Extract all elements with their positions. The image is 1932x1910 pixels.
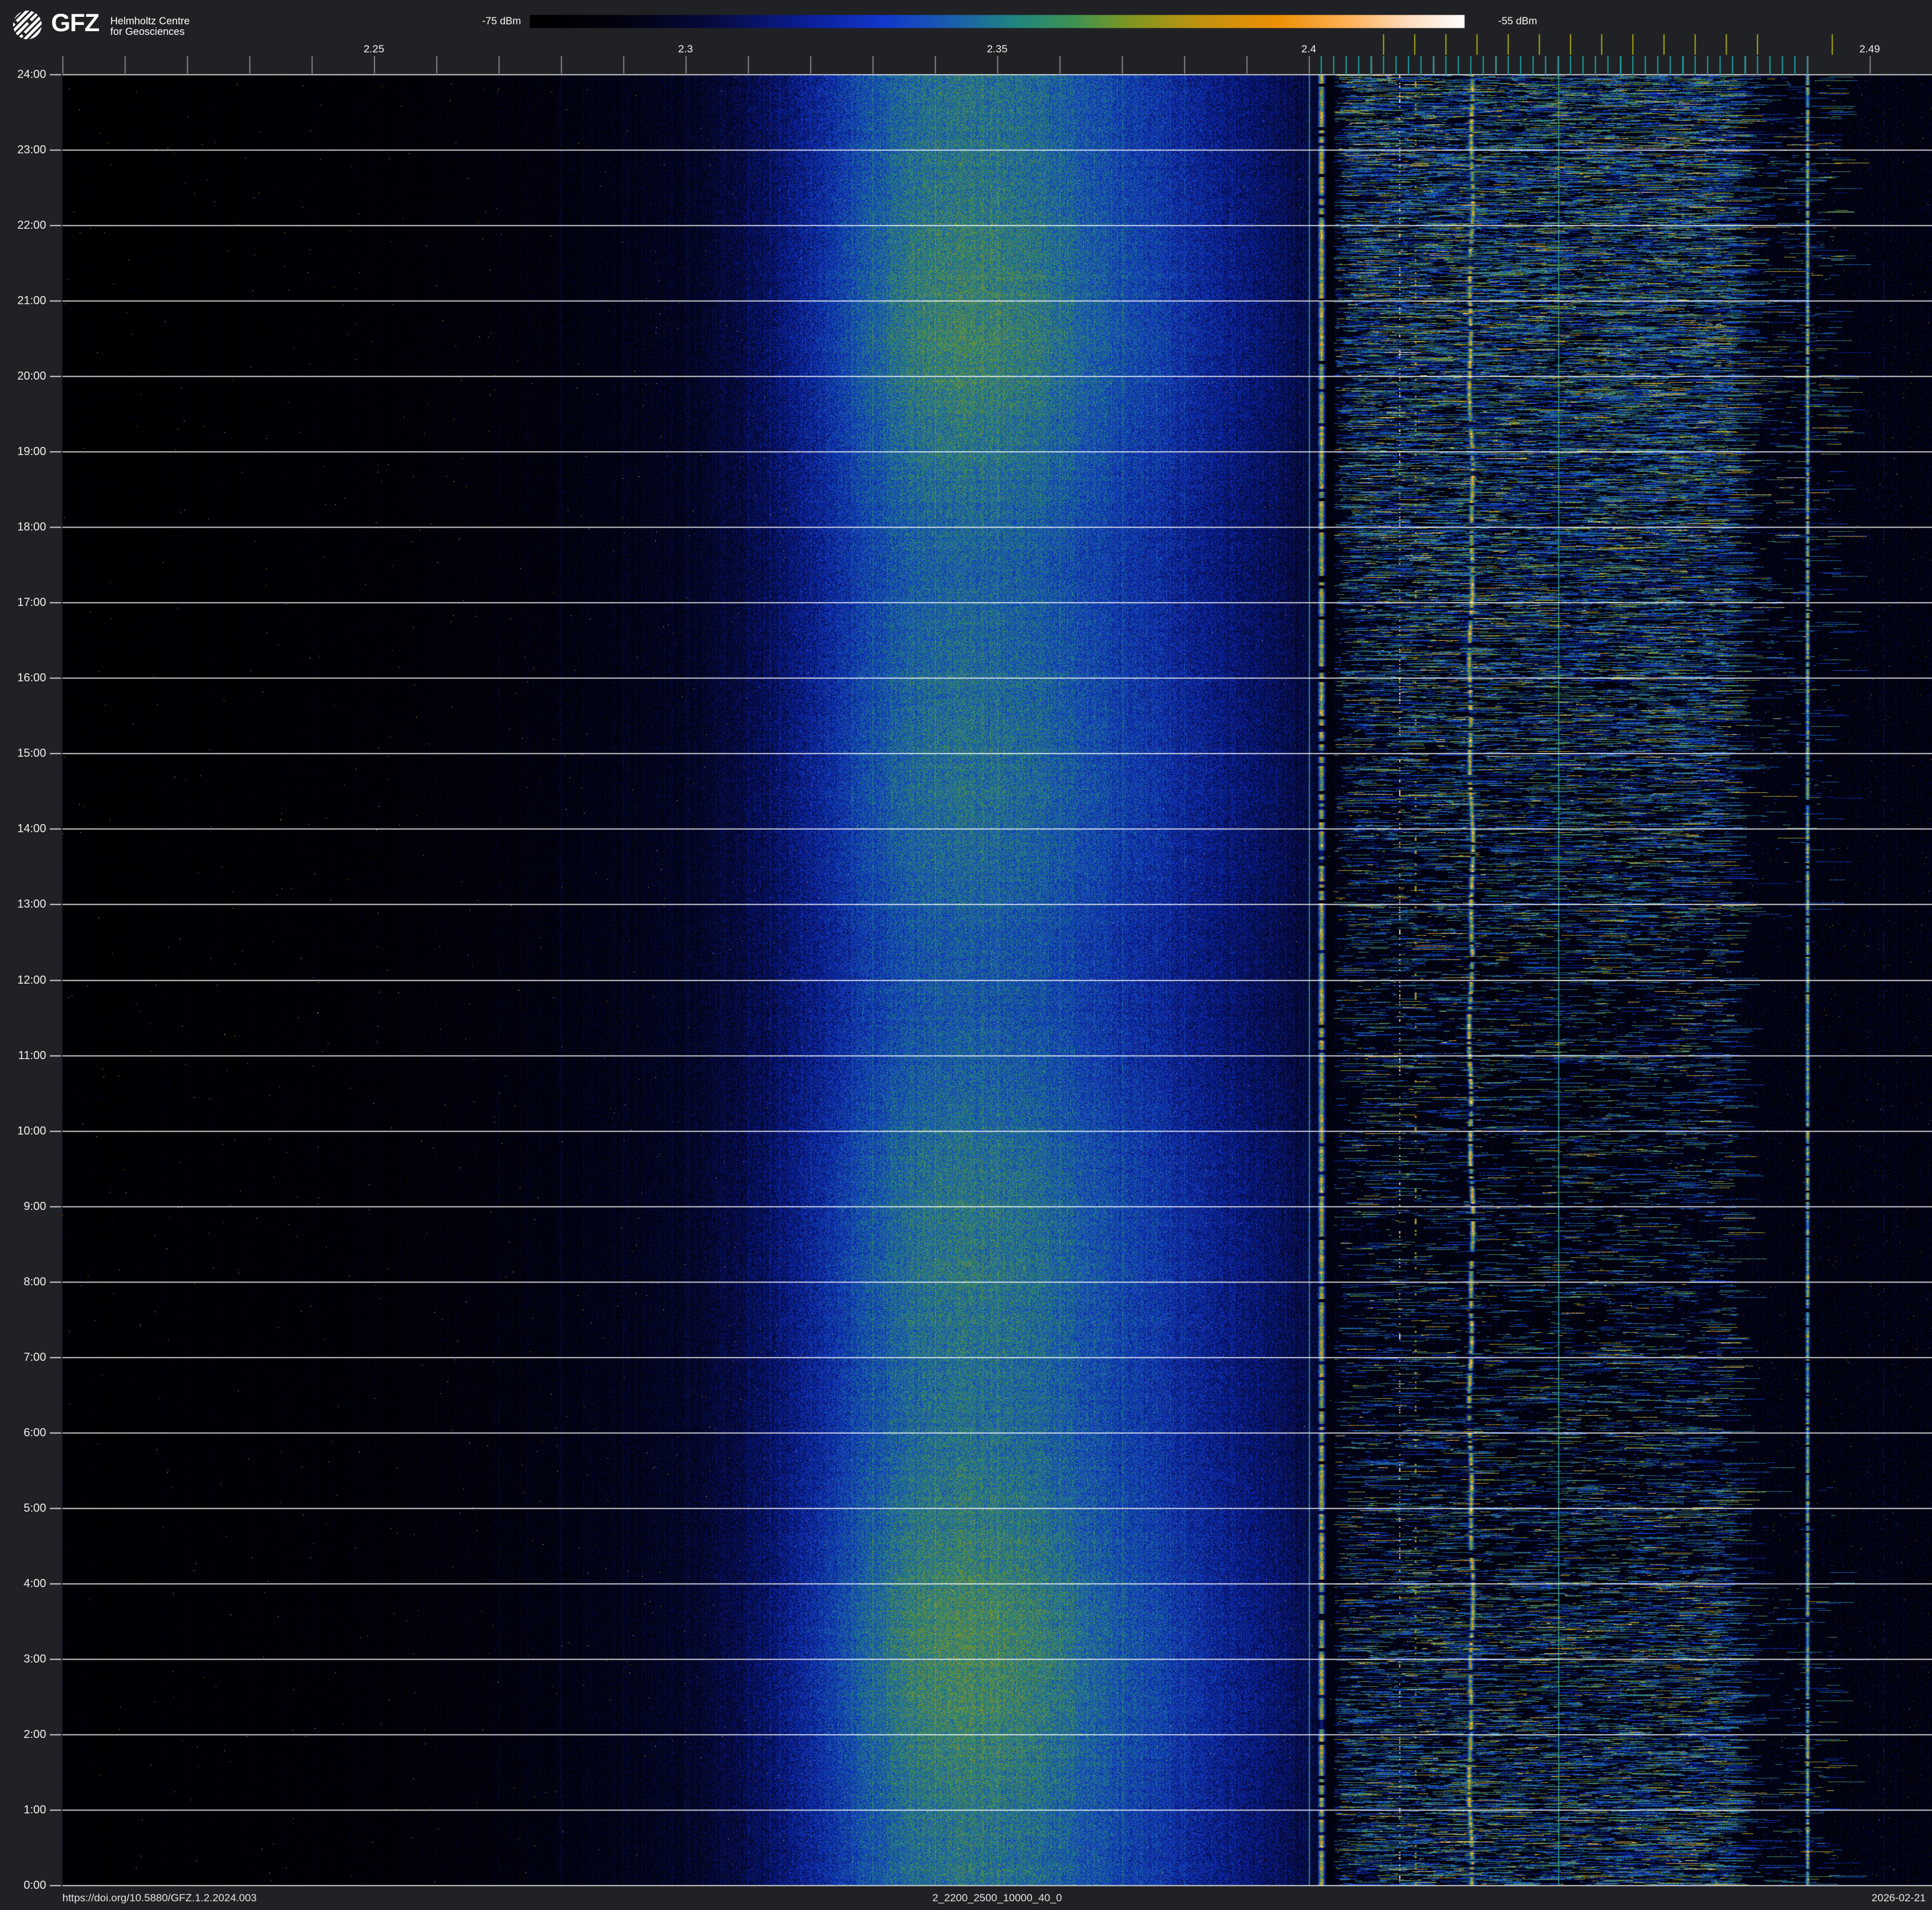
footer-date: 2026-02-21: [1872, 1892, 1926, 1904]
time-axis-tick-label: 12:00: [17, 973, 46, 986]
time-axis-tick-label: 13:00: [17, 897, 46, 910]
logo-acronym: GFZ: [51, 9, 100, 37]
time-axis-tick-label: 15:00: [17, 746, 46, 759]
logo-subtitle: Helmholtz Centre for Geosciences: [110, 16, 189, 37]
spectrogram-canvas: [0, 0, 1932, 1910]
gfz-logo-icon: [13, 11, 42, 39]
time-axis-tick-label: 6:00: [23, 1426, 46, 1439]
time-axis-tick-label: 4:00: [23, 1576, 46, 1590]
time-axis-tick-label: 9:00: [23, 1199, 46, 1212]
gfz-logo: [12, 10, 42, 43]
time-axis-tick-label: 20:00: [17, 369, 46, 382]
colorbar-max-label: -55 dBm: [1498, 16, 1537, 27]
time-axis-tick-label: 14:00: [17, 822, 46, 835]
time-axis-tick-label: 2:00: [23, 1727, 46, 1740]
logo-subtitle-line2: for Geosciences: [110, 26, 185, 37]
time-axis-tick-label: 7:00: [23, 1350, 46, 1363]
time-axis-tick-label: 0:00: [23, 1878, 46, 1891]
freq-axis-tick-label: 2.4: [1301, 43, 1316, 55]
freq-axis-tick-label: 2.49: [1859, 43, 1880, 55]
freq-axis-tick-label: 2.25: [363, 43, 385, 55]
freq-axis-tick-label: 2.3: [678, 43, 693, 55]
time-axis-tick-label: 1:00: [23, 1803, 46, 1816]
time-axis-tick-label: 11:00: [18, 1049, 46, 1062]
time-axis-tick-label: 3:00: [23, 1652, 46, 1665]
footer-dataset-id: 2_2200_2500_10000_40_0: [932, 1892, 1062, 1904]
logo-subtitle-line1: Helmholtz Centre: [110, 16, 190, 27]
time-axis-tick-label: 10:00: [17, 1124, 46, 1137]
time-axis-tick-label: 24:00: [17, 67, 46, 80]
spectrogram-page: GFZ Helmholtz Centre for Geosciences -75…: [0, 0, 1932, 1910]
time-axis-tick-label: 22:00: [17, 218, 46, 231]
freq-axis-tick-label: 2.35: [987, 43, 1008, 55]
time-axis-tick-label: 23:00: [17, 143, 46, 156]
time-axis-tick-label: 16:00: [17, 671, 46, 684]
time-axis-tick-label: 17:00: [17, 595, 46, 608]
time-axis-tick-label: 19:00: [17, 444, 46, 458]
colorbar-min-label: -75 dBm: [482, 16, 521, 27]
time-axis-tick-label: 8:00: [23, 1275, 46, 1288]
time-axis-tick-label: 18:00: [17, 520, 46, 533]
time-axis-tick-label: 5:00: [23, 1501, 46, 1514]
time-axis-tick-label: 21:00: [17, 294, 46, 307]
